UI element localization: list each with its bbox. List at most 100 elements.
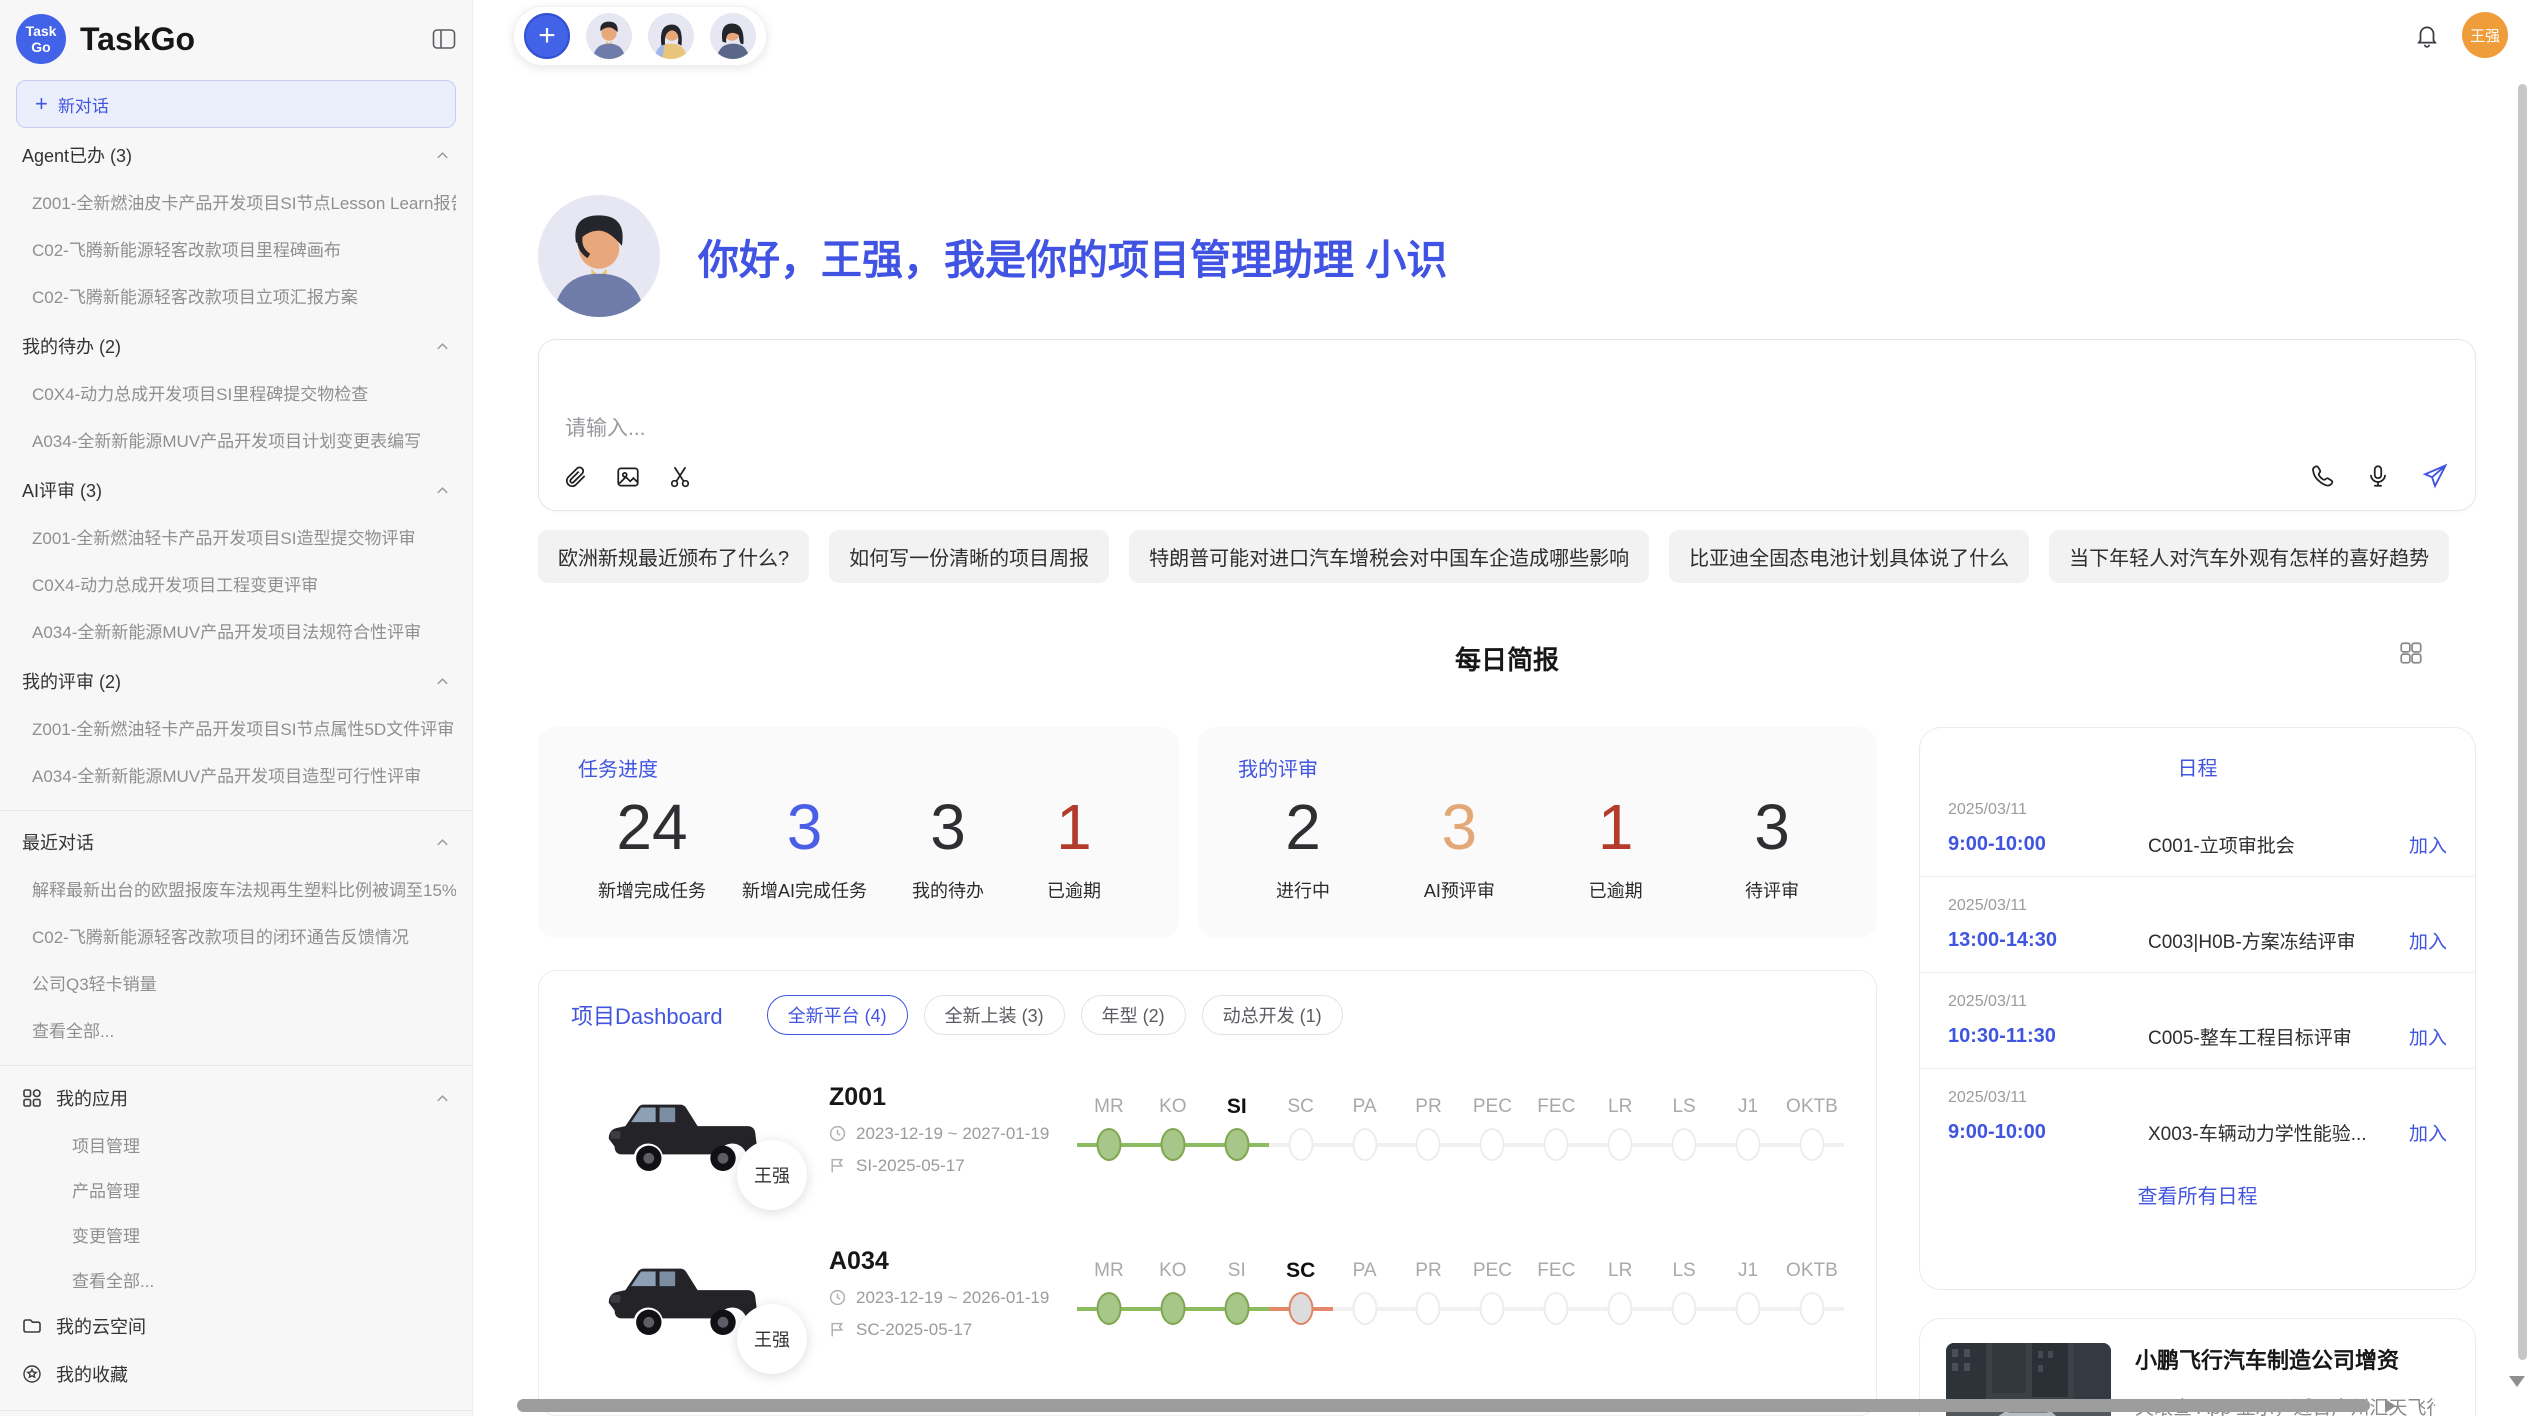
microphone-icon[interactable] [2365,463,2391,489]
suggestion-chip[interactable]: 欧洲新规最近颁布了什么? [538,530,809,583]
sidebar-item-favorites[interactable]: 我的收藏 [16,1350,456,1398]
milestone-label: FEC [1524,1090,1588,1124]
sidebar-recent-item[interactable]: C02-飞腾新能源轻客改款项目的闭环通告反馈情况 [16,912,456,959]
scroll-right-arrow-icon[interactable] [2385,1399,2396,1413]
schedule-entry[interactable]: 2025/03/11 9:00-10:00 X003-车辆动力学性能验... 加… [1920,1068,2475,1164]
sidebar-app-item[interactable]: 查看全部... [16,1257,456,1302]
sidebar-item[interactable]: C0X4-动力总成开发项目工程变更评审 [16,560,456,607]
schedule-time: 10:30-11:30 [1948,1025,2148,1048]
chevron-up-icon[interactable] [435,339,450,354]
stat-row: 24 新增完成任务 3 新增AI完成任务 3 我的待办 1 已逾期 [578,794,1139,903]
scroll-down-arrow-icon[interactable] [2509,1376,2525,1387]
sidebar-app-item[interactable]: 项目管理 [16,1122,456,1167]
sidebar-section-header[interactable]: 我的评审 (2) [16,658,456,704]
horizontal-scrollbar[interactable] [517,1399,2370,1412]
dashboard-tab[interactable]: 全新平台 (4) [767,995,908,1035]
folder-icon [22,1316,42,1336]
sidebar-item[interactable]: Z001-全新燃油轻卡产品开发项目SI节点属性5D文件评审 [16,704,456,751]
dashboard-tab[interactable]: 动总开发 (1) [1202,995,1343,1035]
sidebar-item[interactable]: A034-全新新能源MUV产品开发项目计划变更表编写 [16,416,456,463]
sidebar-recent-item[interactable]: 解释最新出台的欧盟报废车法规再生塑料比例被调至15%... [16,865,456,912]
clock-icon [829,1125,846,1142]
sidebar-section: AI评审 (3) Z001-全新燃油轻卡产品开发项目SI造型提交物评审C0X4-… [16,467,456,654]
schedule-entry[interactable]: 2025/03/11 10:30-11:30 C005-整车工程目标评审 加入 [1920,972,2475,1068]
stat[interactable]: 3 我的待办 [903,794,993,903]
suggestion-chip[interactable]: 如何写一份清晰的项目周报 [829,530,1109,583]
stat[interactable]: 3 待评审 [1727,794,1817,903]
chat-input-placeholder: 请输入... [565,412,646,442]
sidebar-section-header[interactable]: Agent已办 (3) [16,132,456,178]
sidebar-recent-header[interactable]: 最近对话 [16,819,456,865]
chevron-up-icon[interactable] [435,835,450,850]
schedule-join-link[interactable]: 加入 [2409,831,2447,858]
milestone-dot [1480,1128,1505,1161]
stat[interactable]: 3 新增AI完成任务 [742,794,867,903]
image-icon[interactable] [615,464,641,490]
new-chat-button[interactable]: + 新对话 [16,80,456,128]
sidebar-app-item[interactable]: 产品管理 [16,1167,456,1212]
dashboard-tab[interactable]: 年型 (2) [1081,995,1186,1035]
schedule-join-link[interactable]: 加入 [2409,927,2447,954]
sidebar-item[interactable]: A034-全新新能源MUV产品开发项目造型可行性评审 [16,751,456,798]
sidebar-item-cloud-space[interactable]: 我的云空间 [16,1302,456,1350]
schedule-entry[interactable]: 2025/03/11 13:00-14:30 C003|H0B-方案冻结评审 加… [1920,876,2475,972]
project-row[interactable]: 王强 A034 2023-12-19 ~ 2026-01-19 [571,1223,1844,1363]
milestone-label: PA [1333,1254,1397,1288]
sidebar-item-my-apps[interactable]: 我的应用 [16,1074,456,1122]
stat[interactable]: 1 已逾期 [1571,794,1661,903]
milestone-label: PR [1397,1254,1461,1288]
app-window: Task Go TaskGo + 新对话 Agent已办 (3) [0,0,2532,1416]
schedule-date: 2025/03/11 [1948,801,2447,819]
chevron-up-icon[interactable] [435,674,450,689]
suggestion-chip[interactable]: 当下年轻人对汽车外观有怎样的喜好趋势 [2049,530,2449,583]
apps-grid-icon [22,1088,42,1108]
stat-label: AI预评审 [1414,877,1504,903]
chevron-up-icon[interactable] [435,483,450,498]
stat[interactable]: 3 AI预评审 [1414,794,1504,903]
stat[interactable]: 1 已逾期 [1029,794,1119,903]
stat-value: 24 [598,794,706,861]
project-row[interactable]: 王强 Z001 2023-12-19 ~ 2027-01-19 [571,1059,1844,1199]
schedule-join-link[interactable]: 加入 [2409,1119,2447,1146]
sidebar-collapse-icon[interactable] [432,28,456,50]
sidebar-item[interactable]: C0X4-动力总成开发项目SI里程碑提交物检查 [16,369,456,416]
stat[interactable]: 24 新增完成任务 [598,794,706,903]
sidebar-item[interactable]: A034-全新新能源MUV产品开发项目法规符合性评审 [16,607,456,654]
input-actions-right [2309,462,2449,490]
chevron-up-icon[interactable] [435,148,450,163]
dashboard-tab[interactable]: 全新上装 (3) [924,995,1065,1035]
sidebar-item[interactable]: Z001-全新燃油轻卡产品开发项目SI造型提交物评审 [16,513,456,560]
stat-value: 3 [1414,794,1504,861]
sidebar-app-item[interactable]: 变更管理 [16,1212,456,1257]
sidebar-section-header[interactable]: 我的待办 (2) [16,323,456,369]
suggestion-chip[interactable]: 特朗普可能对进口汽车增税会对中国车企造成哪些影响 [1129,530,1649,583]
attachment-icon[interactable] [563,464,589,490]
milestone: LR [1588,1090,1652,1168]
sidebar-item[interactable]: Z001-全新燃油皮卡产品开发项目SI节点Lesson Learn报告 [16,178,456,225]
chat-input[interactable]: 请输入... [538,339,2476,511]
stat[interactable]: 2 进行中 [1258,794,1348,903]
milestone-dot [1736,1292,1761,1325]
send-icon[interactable] [2421,462,2449,490]
schedule-join-link[interactable]: 加入 [2409,1023,2447,1050]
chevron-up-icon[interactable] [435,1091,450,1106]
milestone: PEC [1460,1090,1524,1168]
phone-icon[interactable] [2309,463,2335,489]
greeting-text: 你好，王强，我是你的项目管理助理 小识 [698,226,1447,286]
scissors-icon[interactable] [667,464,693,490]
sidebar-item[interactable]: C02-飞腾新能源轻客改款项目里程碑画布 [16,225,456,272]
milestone-dot [1672,1292,1697,1325]
schedule-entry[interactable]: 2025/03/11 9:00-10:00 C001-立项审批会 加入 [1920,781,2475,876]
milestone: SI [1205,1090,1269,1168]
suggestion-chip[interactable]: 比亚迪全固态电池计划具体说了什么 [1669,530,2029,583]
view-all-schedule-link[interactable]: 查看所有日程 [1920,1180,2475,1209]
milestone-label: KO [1141,1090,1205,1124]
sidebar-recent-item[interactable]: 公司Q3轻卡销量 [16,959,456,1006]
sidebar-recent-item[interactable]: 查看全部... [16,1006,456,1053]
vertical-scrollbar[interactable] [2518,84,2527,1360]
sidebar-item[interactable]: C02-飞腾新能源轻客改款项目立项汇报方案 [16,272,456,319]
sidebar-section-header[interactable]: AI评审 (3) [16,467,456,513]
layout-grid-icon[interactable] [2398,640,2424,671]
milestone: OKTB [1780,1090,1844,1168]
milestone-label: FEC [1524,1254,1588,1288]
